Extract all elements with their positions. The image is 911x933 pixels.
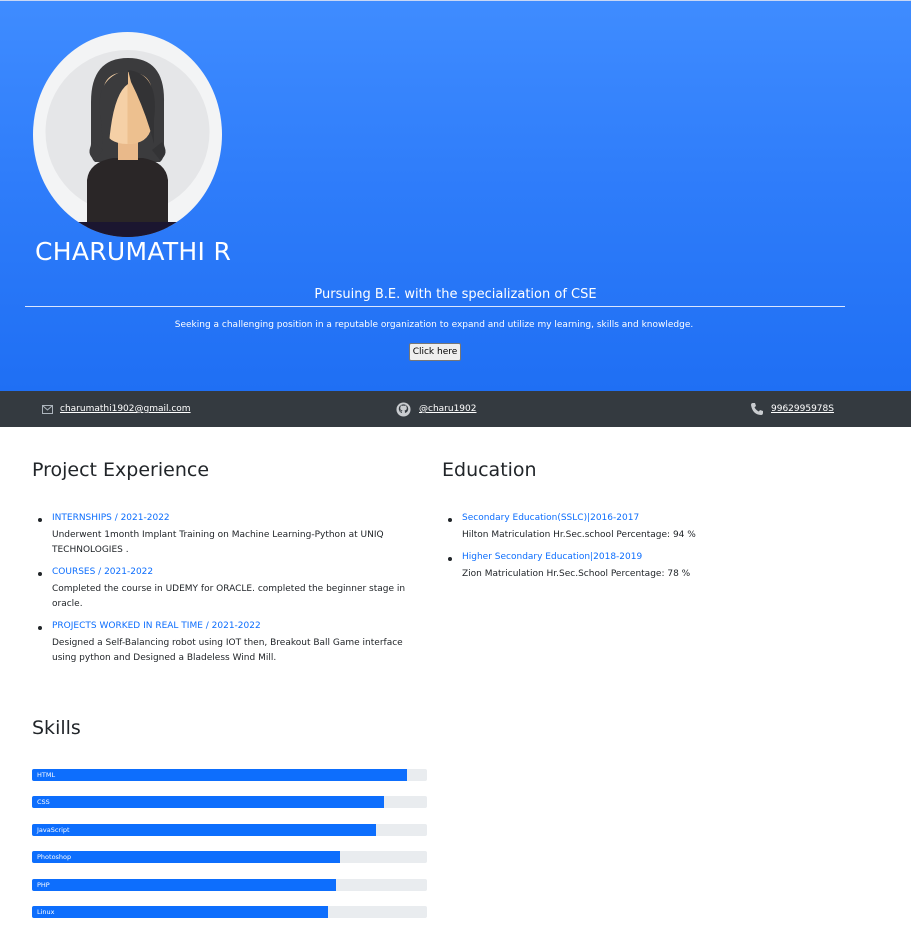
entry-heading: INTERNSHIPS / 2021-2022: [52, 513, 170, 523]
skill-progress-fill: CSS: [32, 796, 384, 809]
list-item: INTERNSHIPS / 2021-2022 Underwent 1month …: [32, 512, 427, 558]
profile-name: CHARUMATHI R: [35, 237, 232, 266]
skills-title: Skills: [32, 717, 81, 739]
entry-heading: COURSES / 2021-2022: [52, 567, 154, 577]
skill-progress-bar: HTML: [32, 769, 427, 781]
list-item: COURSES / 2021-2022 Completed the course …: [32, 566, 427, 612]
entry-heading: PROJECTS WORKED IN REAL TIME / 2021-2022: [52, 621, 261, 631]
entry-description: Completed the course in UDEMY for ORACLE…: [52, 584, 406, 609]
skill-progress-fill: HTML: [32, 769, 408, 781]
github-link[interactable]: @charu1902: [419, 404, 476, 414]
skill-progress-bar: CSS: [32, 796, 427, 809]
list-item: PROJECTS WORKED IN REAL TIME / 2021-2022…: [32, 620, 427, 666]
skill-progress-fill: Photoshop: [32, 851, 341, 864]
career-objective: Seeking a challenging position in a repu…: [174, 320, 694, 330]
skill-label: Photoshop: [37, 853, 72, 862]
list-item: Higher Secondary Education|2018-2019 Zion…: [442, 551, 862, 582]
contact-bar: charumathi1902@gmail.com @charu1902 9962…: [0, 391, 911, 427]
skill-label: HTML: [37, 771, 56, 779]
github-icon: [396, 401, 411, 417]
hero-header: CHARUMATHI R Pursuing B.E. with the spec…: [0, 0, 911, 391]
skill-label: CSS: [37, 798, 50, 807]
woman-avatar-icon: [33, 32, 222, 237]
contact-github: @charu1902: [396, 391, 476, 427]
email-link[interactable]: charumathi1902@gmail.com: [60, 404, 191, 414]
education-list: Secondary Education(SSLC)|2016-2017 Hilto…: [442, 512, 862, 590]
entry-description: Designed a Self-Balancing robot using IO…: [52, 638, 403, 663]
skill-label: Linux: [37, 908, 55, 916]
phone-icon: [750, 402, 764, 416]
mail-icon: [42, 404, 53, 414]
entry-description: Zion Matriculation Hr.Sec.School Percent…: [462, 569, 691, 579]
click-here-button[interactable]: Click here: [409, 343, 461, 361]
education-title: Education: [442, 459, 537, 481]
entry-description: Underwent 1month Implant Training on Mac…: [52, 530, 384, 555]
skill-progress-fill: Linux: [32, 906, 329, 918]
skill-progress-bar: Photoshop: [32, 851, 427, 864]
skill-progress-fill: PHP: [32, 878, 337, 891]
entry-description: Hilton Matriculation Hr.Sec.school Perce…: [462, 530, 696, 540]
header-divider: [25, 306, 845, 307]
contact-phone: 9962995978S: [750, 391, 834, 427]
project-experience-title: Project Experience: [32, 459, 210, 481]
phone-link[interactable]: 9962995978S: [771, 404, 834, 414]
project-list: INTERNSHIPS / 2021-2022 Underwent 1month …: [32, 512, 427, 674]
skill-progress-bar: PHP: [32, 878, 427, 891]
skill-progress-bar: Linux: [32, 906, 427, 918]
entry-heading: Secondary Education(SSLC)|2016-2017: [462, 513, 640, 523]
entry-heading: Higher Secondary Education|2018-2019: [462, 552, 643, 562]
skill-label: JavaScript: [37, 825, 70, 834]
list-item: Secondary Education(SSLC)|2016-2017 Hilto…: [442, 512, 862, 543]
skill-label: PHP: [37, 880, 50, 889]
skill-progress-bar: JavaScript: [32, 823, 427, 836]
profile-tagline: Pursuing B.E. with the specialization of…: [314, 287, 597, 302]
contact-email: charumathi1902@gmail.com: [42, 391, 191, 427]
skill-progress-fill: JavaScript: [32, 823, 376, 836]
